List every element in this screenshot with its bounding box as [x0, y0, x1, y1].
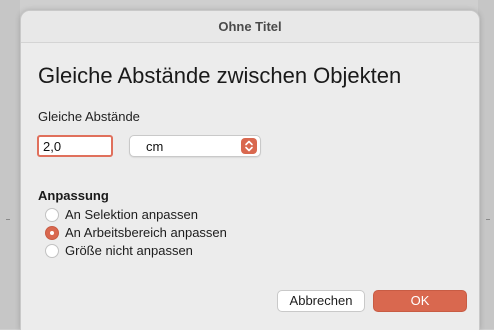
dialog-heading: Gleiche Abstände zwischen Objekten [38, 63, 402, 88]
radio-label: Größe nicht anpassen [65, 243, 193, 258]
background-right [478, 0, 494, 329]
radio-button[interactable] [45, 208, 59, 222]
radio-button[interactable] [45, 244, 59, 258]
section-title-anpassung: Anpassung [38, 188, 109, 203]
unit-select[interactable]: cm [129, 135, 261, 157]
background-tick [486, 219, 490, 220]
unit-select-value: cm [146, 139, 164, 154]
spacing-label: Gleiche Abstände [38, 109, 140, 124]
background-left [0, 0, 20, 329]
cancel-button[interactable]: Abbrechen [277, 290, 365, 312]
chevron-up-down-icon[interactable] [241, 138, 257, 154]
background-tick [6, 219, 10, 220]
ok-button[interactable]: OK [373, 290, 467, 312]
radio-label: An Selektion anpassen [65, 207, 198, 222]
radio-button-selected[interactable] [45, 226, 59, 240]
spacing-value-input[interactable] [37, 135, 113, 157]
radio-label: An Arbeitsbereich anpassen [65, 225, 227, 240]
equal-spacing-dialog: Ohne Titel Gleiche Abstände zwischen Obj… [20, 10, 480, 330]
window-title: Ohne Titel [21, 11, 479, 43]
